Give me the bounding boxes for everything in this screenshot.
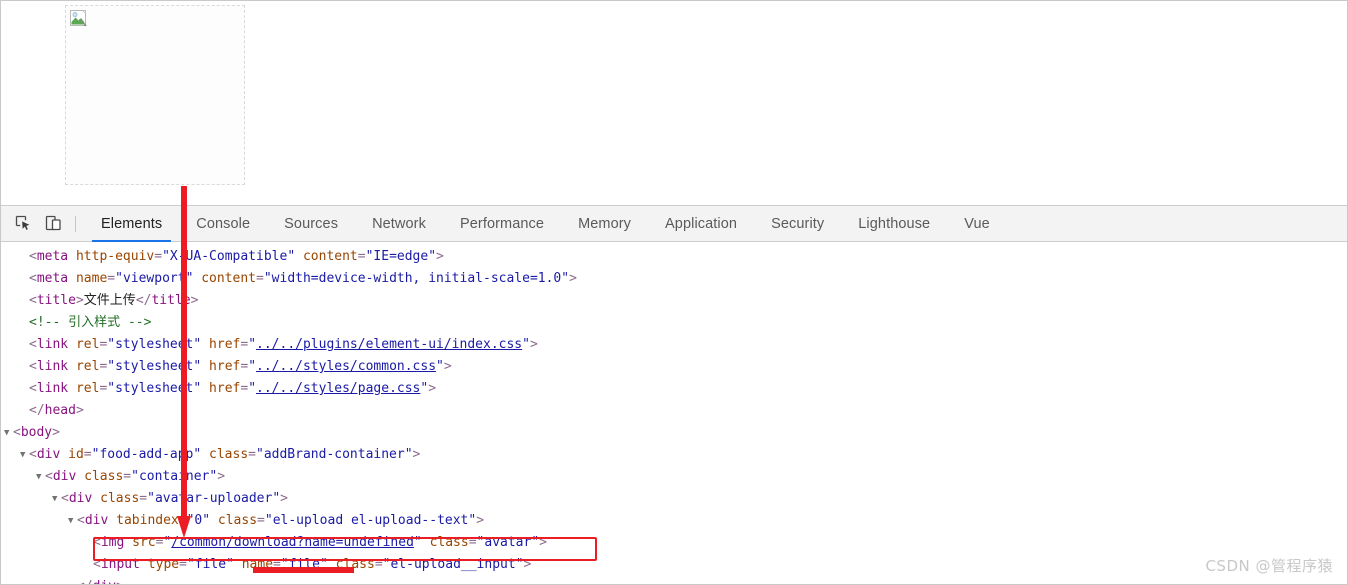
dom-line[interactable]: <link rel="stylesheet" href="../../style… [1,378,1347,400]
tab-application[interactable]: Application [648,206,754,242]
tab-label: Vue [964,215,990,232]
tab-label: Security [771,215,825,232]
tab-label: Sources [284,215,339,232]
page-viewport [1,1,1347,205]
tab-label: Network [372,215,426,232]
devtools-toolbar: Elements Console Sources Network Perform… [1,206,1347,242]
tab-label: Memory [578,215,632,232]
dom-line[interactable]: <meta http-equiv="X-UA-Compatible" conte… [1,246,1347,268]
el-upload-dropzone[interactable] [65,5,245,185]
devtools-panel: Elements Console Sources Network Perform… [1,205,1347,584]
dom-line[interactable]: <link rel="stylesheet" href="../../style… [1,356,1347,378]
toolbar-divider [75,215,76,232]
tab-memory[interactable]: Memory [561,206,648,242]
tab-label: Lighthouse [858,215,931,232]
tab-lighthouse[interactable]: Lighthouse [841,206,947,242]
dom-tree[interactable]: <meta http-equiv="X-UA-Compatible" conte… [1,242,1347,584]
dom-line[interactable]: <meta name="viewport" content="width=dev… [1,268,1347,290]
dom-line[interactable]: <input type="file" name="file" class="el… [1,554,1347,576]
tab-console[interactable]: Console [179,206,267,242]
dom-line[interactable]: </head> [1,400,1347,422]
tab-network[interactable]: Network [355,206,443,242]
dom-line[interactable]: ▼ <div class="container"> [1,466,1347,488]
tab-vue[interactable]: Vue [947,206,1007,242]
device-toolbar-icon[interactable] [39,211,67,237]
dom-line[interactable]: <!-- 引入样式 --> [1,312,1347,334]
devtools-tab-bar: Elements Console Sources Network Perform… [84,206,1007,242]
dom-line[interactable]: <img src="/common/download?name=undefine… [1,532,1347,554]
devtools-screenshot: Elements Console Sources Network Perform… [0,0,1348,585]
tab-label: Application [665,215,738,232]
broken-image-icon [70,10,90,28]
tab-elements[interactable]: Elements [84,206,179,242]
dom-line[interactable]: <link rel="stylesheet" href="../../plugi… [1,334,1347,356]
csdn-watermark: CSDN @管程序猿 [1205,557,1333,575]
dom-line[interactable]: ▼ <div class="avatar-uploader"> [1,488,1347,510]
dom-line[interactable]: <title>文件上传</title> [1,290,1347,312]
avatar-uploader [65,5,245,185]
tab-performance[interactable]: Performance [443,206,561,242]
tab-security[interactable]: Security [754,206,841,242]
tab-sources[interactable]: Sources [267,206,355,242]
tab-label: Console [196,215,251,232]
dom-line[interactable]: ▼ <div tabindex="0" class="el-upload el-u… [1,510,1347,532]
dom-line[interactable]: ▼ <body> [1,422,1347,444]
tab-label: Elements [101,215,163,232]
dom-line[interactable]: ▼ <div id="food-add-app" class="addBrand-… [1,444,1347,466]
inspect-element-icon[interactable] [9,211,37,237]
dom-line[interactable]: </div> [1,576,1347,584]
tab-label: Performance [459,215,545,232]
